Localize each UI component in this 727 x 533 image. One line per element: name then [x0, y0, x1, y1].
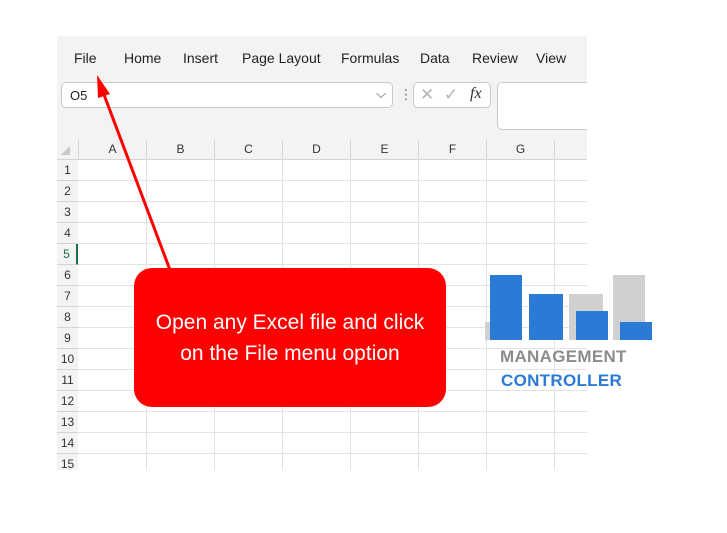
grid-line: [78, 453, 587, 454]
logo-text-management: MANAGEMENT: [500, 347, 627, 366]
callout-box: Open any Excel file and click on the Fil…: [134, 268, 446, 407]
row-header[interactable]: 15: [57, 454, 78, 470]
row-header[interactable]: 14: [57, 433, 78, 454]
row-header[interactable]: 1: [57, 160, 78, 181]
name-box-value: O5: [70, 88, 88, 103]
name-box[interactable]: O5 ⌵: [61, 82, 393, 108]
menu-review[interactable]: Review: [472, 50, 518, 66]
row-header[interactable]: 13: [57, 412, 78, 433]
column-header-d[interactable]: D: [282, 140, 350, 159]
column-header-e[interactable]: E: [350, 140, 418, 159]
column-header-h[interactable]: [554, 140, 587, 159]
row-header[interactable]: 2: [57, 181, 78, 202]
row-header[interactable]: 6: [57, 265, 78, 286]
row-header[interactable]: 7: [57, 286, 78, 307]
menu-insert[interactable]: Insert: [183, 50, 218, 66]
menu-file[interactable]: File: [74, 50, 97, 66]
formula-input[interactable]: [497, 82, 587, 130]
grid-line: [78, 411, 587, 412]
row-header[interactable]: 8: [57, 307, 78, 328]
row-header[interactable]: 10: [57, 349, 78, 370]
callout-text: Open any Excel file and click on the Fil…: [155, 310, 425, 365]
grid-line: [78, 264, 587, 265]
row-header[interactable]: 12: [57, 391, 78, 412]
menu-view[interactable]: View: [536, 50, 566, 66]
column-header-a[interactable]: A: [78, 140, 146, 159]
logo-text-controller: CONTROLLER: [501, 371, 623, 390]
formula-bar-row: O5 ⌵ ⋮ ✕ ✓ fx: [57, 80, 587, 140]
cancel-icon[interactable]: ✕: [420, 85, 434, 105]
row-header[interactable]: 11: [57, 370, 78, 391]
column-header-f[interactable]: F: [418, 140, 486, 159]
ribbon-menu-bar: File Home Insert Page Layout Formulas Da…: [57, 36, 587, 80]
grid-line: [78, 432, 587, 433]
menu-formulas[interactable]: Formulas: [341, 50, 399, 66]
grid-line: [78, 243, 587, 244]
grid-line: [78, 222, 587, 223]
chevron-down-icon[interactable]: ⌵: [376, 86, 386, 102]
column-header-b[interactable]: B: [146, 140, 214, 159]
row-header-active[interactable]: 5: [57, 244, 78, 265]
row-header[interactable]: 9: [57, 328, 78, 349]
menu-data[interactable]: Data: [420, 50, 450, 66]
check-icon[interactable]: ✓: [444, 85, 458, 105]
row-header[interactable]: 4: [57, 223, 78, 244]
menu-page-layout[interactable]: Page Layout: [242, 50, 321, 66]
menu-home[interactable]: Home: [124, 50, 161, 66]
grid-line: [78, 180, 587, 181]
column-header-c[interactable]: C: [214, 140, 282, 159]
more-options-icon[interactable]: ⋮: [399, 86, 413, 103]
select-all-icon[interactable]: [61, 146, 70, 155]
formula-buttons: ✕ ✓ fx: [413, 82, 491, 108]
row-header[interactable]: 3: [57, 202, 78, 223]
column-header-g[interactable]: G: [486, 140, 554, 159]
grid-line: [78, 201, 587, 202]
insert-function-icon[interactable]: fx: [470, 85, 482, 103]
